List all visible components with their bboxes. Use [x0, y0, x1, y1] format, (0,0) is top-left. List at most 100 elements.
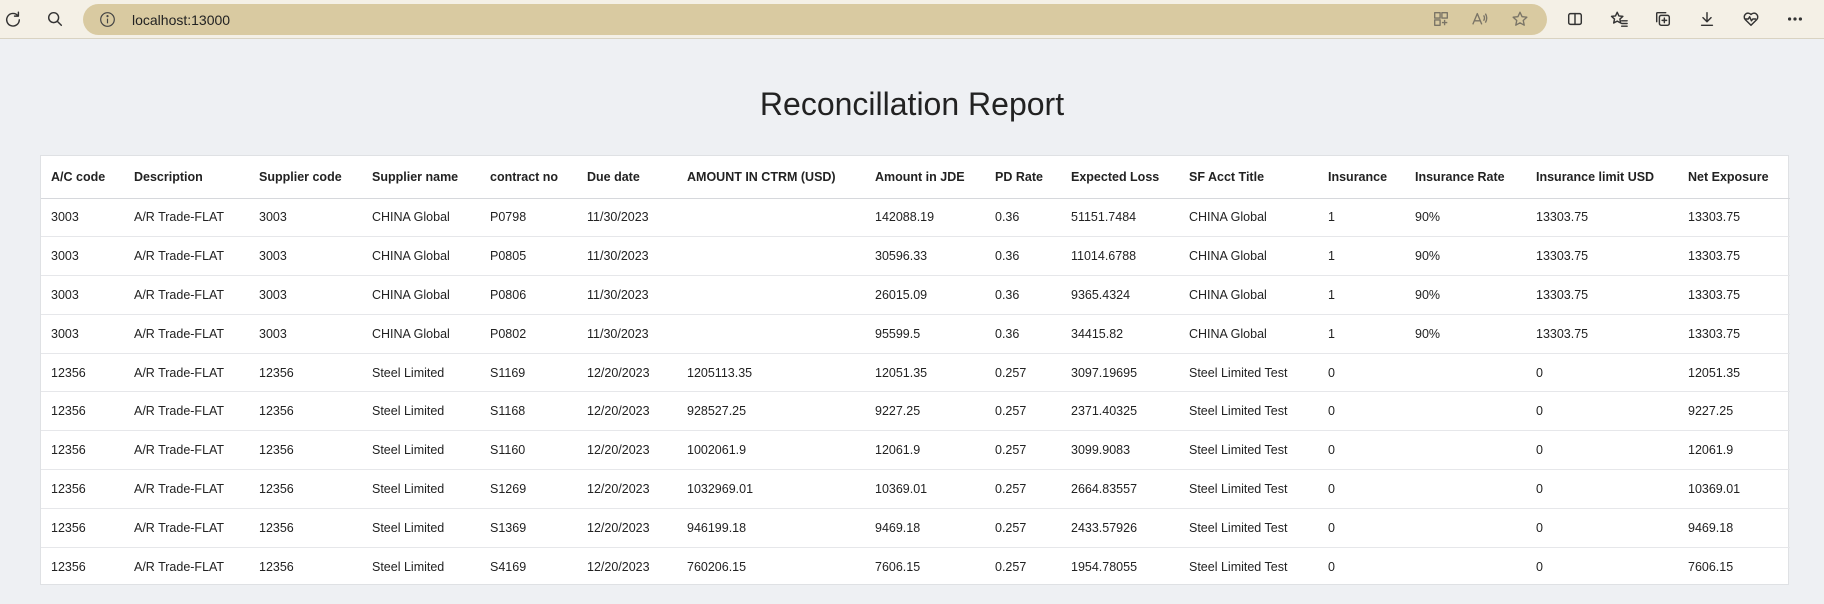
table-cell: 0 [1526, 391, 1678, 432]
table-cell: 10369.01 [1678, 469, 1790, 509]
table-cell: 9365.4324 [1061, 275, 1179, 315]
table-cell: A/R Trade-FLAT [124, 353, 249, 393]
table-cell: A/R Trade-FLAT [134, 559, 225, 574]
table-cell: 13303.75 [1678, 275, 1790, 315]
info-icon[interactable] [99, 11, 116, 28]
table-cell: 760206.15 [687, 559, 747, 574]
table-cell: 90% [1405, 314, 1526, 354]
table-cell: 946199.18 [677, 508, 865, 548]
collections-icon[interactable] [1650, 6, 1676, 32]
table-cell: 34415.82 [1061, 314, 1179, 354]
table-cell: 0 [1318, 353, 1405, 393]
table-cell: 0 [1318, 391, 1405, 432]
table-cell: 13303.75 [1526, 275, 1678, 315]
table-cell: 3003 [249, 314, 362, 354]
table-cell: Steel Limited Test [1189, 559, 1288, 574]
table-cell: CHINA Global [362, 236, 480, 277]
header-row: A/C code Description Supplier code Suppl… [41, 156, 1790, 199]
table-cell: 51151.7484 [1061, 198, 1179, 238]
table-cell: 0 [1526, 353, 1678, 393]
split-screen-icon[interactable] [1562, 6, 1588, 32]
table-cell: 11014.6788 [1061, 236, 1179, 277]
table-cell: 30596.33 [865, 236, 985, 277]
table-cell: A/R Trade-FLAT [124, 430, 249, 471]
table-row: 12356 A/R Trade-FLAT 12356 Steel Limited S11… [41, 391, 1790, 432]
table-cell: 142088.19 [865, 198, 985, 238]
column-header: Insurance Rate [1405, 156, 1526, 199]
table-cell: CHINA Global [1179, 236, 1318, 277]
table-cell: 12356 [41, 469, 124, 509]
column-header: AMOUNT IN CTRM (USD) [677, 156, 865, 199]
more-icon[interactable] [1782, 6, 1808, 32]
table-cell [1405, 353, 1526, 393]
column-header: A/C code [41, 156, 124, 199]
table-cell: 12356 [41, 353, 124, 393]
table-cell: 0.257 [995, 559, 1027, 574]
column-header: Due date [577, 156, 677, 199]
download-icon[interactable] [1694, 6, 1720, 32]
table-cell: 13303.75 [1526, 198, 1678, 238]
table-cell: P0805 [480, 236, 577, 277]
table-cell: 12356 [41, 508, 124, 548]
table-row: 3003 A/R Trade-FLAT 3003 CHINA Global P0798 1… [41, 198, 1790, 238]
table-cell: 90% [1405, 275, 1526, 315]
table-cell: 3003 [41, 275, 124, 315]
favorites-icon[interactable] [1606, 6, 1632, 32]
table-cell: 0.36 [985, 198, 1061, 238]
table-cell: 1 [1318, 275, 1405, 315]
table-cell: 11/30/2023 [577, 236, 677, 277]
table-cell: 11/30/2023 [577, 314, 677, 354]
table-cell: 3003 [249, 275, 362, 315]
table-row: 3003 A/R Trade-FLAT 3003 CHINA Global P0805 1… [41, 236, 1790, 277]
report-table-card: A/C code Description Supplier code Suppl… [40, 155, 1790, 586]
table-cell: S1269 [480, 469, 577, 509]
table-cell: 10369.01 [865, 469, 985, 509]
table-cell: 95599.5 [865, 314, 985, 354]
table-cell: 12/20/2023 [587, 559, 650, 574]
table-cell: 0 [1536, 559, 1543, 574]
table-cell: 3099.9083 [1061, 430, 1179, 471]
table-cell: Steel Limited Test [1179, 353, 1318, 393]
table-cell: 12051.35 [865, 353, 985, 393]
column-header: Description [124, 156, 249, 199]
table-cell: CHINA Global [362, 314, 480, 354]
table-cell: 0 [1318, 469, 1405, 509]
table-cell: CHINA Global [1179, 275, 1318, 315]
search-icon[interactable] [42, 6, 68, 32]
table-cell: S1169 [480, 353, 577, 393]
table-cell: 0.257 [985, 469, 1061, 509]
reload-icon[interactable] [0, 6, 26, 32]
table-cell [677, 236, 865, 277]
table-cell: 0 [1328, 559, 1335, 574]
heart-pulse-icon[interactable] [1738, 6, 1764, 32]
table-cell: P0802 [480, 314, 577, 354]
app-available-icon[interactable] [1432, 10, 1452, 30]
table-cell: 12/20/2023 [577, 508, 677, 548]
table-cell: 2371.40325 [1061, 391, 1179, 432]
table-cell: 9469.18 [1678, 508, 1790, 548]
table-row: 12356 A/R Trade-FLAT 12356 Steel Limited S11… [41, 430, 1790, 471]
table-cell [677, 198, 865, 238]
table-cell: 0 [1526, 430, 1678, 471]
table-cell: 90% [1405, 198, 1526, 238]
table-cell: CHINA Global [362, 198, 480, 238]
read-aloud-icon[interactable] [1471, 10, 1491, 30]
table-cell: 1205113.35 [677, 353, 865, 393]
table-cell [1405, 547, 1526, 586]
table-cell: 26015.09 [865, 275, 985, 315]
table-cell: 12/20/2023 [577, 391, 677, 432]
table-cell: 9227.25 [1678, 391, 1790, 432]
table-cell: 13303.75 [1526, 314, 1678, 354]
url-text[interactable]: localhost:13000 [132, 12, 230, 28]
table-cell: S1369 [480, 508, 577, 548]
table-cell: 3003 [249, 198, 362, 238]
table-cell: 12/20/2023 [577, 353, 677, 393]
table-cell: 0 [1526, 469, 1678, 509]
address-bar[interactable]: localhost:13000 [83, 4, 1547, 35]
table-row: 12356 A/R Trade-FLAT 12356 Steel Limited S11… [41, 353, 1790, 393]
table-cell: Steel Limited Test [1179, 430, 1318, 471]
table-cell: 3003 [41, 236, 124, 277]
table-cell: A/R Trade-FLAT [124, 275, 249, 315]
star-icon[interactable] [1511, 10, 1531, 30]
table-cell: 1 [1318, 314, 1405, 354]
